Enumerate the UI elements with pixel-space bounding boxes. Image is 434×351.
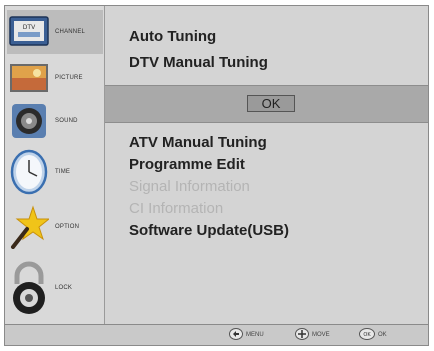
sidebar-item-sound[interactable]: SOUND xyxy=(7,100,103,142)
svg-text:DTV: DTV xyxy=(23,24,36,31)
tv-icon: DTV xyxy=(7,12,51,52)
sidebar-item-label: OPTION xyxy=(55,224,80,230)
ok-hint-label: OK xyxy=(378,332,387,338)
key-hint-bar: MENU MOVE OK OK xyxy=(5,324,428,345)
picture-icon xyxy=(7,58,51,98)
category-sidebar: DTV CHANNEL PICTURE SOUND TIME OPTION LO… xyxy=(5,6,105,324)
dpad-icon xyxy=(295,328,309,342)
ok-key-icon: OK xyxy=(359,328,375,342)
sidebar-item-label: SOUND xyxy=(55,118,78,124)
sidebar-item-picture[interactable]: PICTURE xyxy=(7,58,103,98)
menu-item-auto-tuning[interactable]: Auto Tuning xyxy=(129,28,216,45)
svg-text:OK: OK xyxy=(363,332,371,338)
sidebar-item-label: CHANNEL xyxy=(55,29,86,35)
star-wand-icon xyxy=(7,203,51,251)
move-hint-label: MOVE xyxy=(312,332,330,338)
clock-icon xyxy=(7,147,51,197)
sidebar-item-lock[interactable]: LOCK xyxy=(7,258,103,318)
ok-button[interactable]: OK xyxy=(247,95,295,112)
menu-item-atv-manual-tuning[interactable]: ATV Manual Tuning xyxy=(129,134,267,151)
move-hint: MOVE xyxy=(295,328,330,342)
menu-item-dtv-manual-tuning[interactable]: DTV Manual Tuning xyxy=(129,54,268,71)
tv-osd-window: DTV CHANNEL PICTURE SOUND TIME OPTION LO… xyxy=(4,5,429,346)
channel-menu-panel: Auto Tuning DTV Manual Tuning OK ATV Man… xyxy=(105,6,428,324)
sidebar-item-time[interactable]: TIME xyxy=(7,146,103,198)
menu-item-signal-information: Signal Information xyxy=(129,178,250,195)
sidebar-item-label: LOCK xyxy=(55,285,73,291)
menu-item-ci-information: CI Information xyxy=(129,200,224,217)
sidebar-item-label: PICTURE xyxy=(55,75,83,81)
sidebar-item-label: TIME xyxy=(55,169,71,175)
menu-item-software-update-usb[interactable]: Software Update(USB) xyxy=(129,222,289,239)
speaker-icon xyxy=(7,101,51,141)
sidebar-item-option[interactable]: OPTION xyxy=(7,202,103,252)
menu-hint: MENU xyxy=(229,328,264,342)
lock-icon xyxy=(7,259,51,317)
sidebar-item-channel[interactable]: DTV CHANNEL xyxy=(7,10,103,54)
menu-hint-label: MENU xyxy=(246,332,264,338)
return-icon xyxy=(229,328,243,342)
ok-hint: OK OK xyxy=(359,328,387,342)
confirm-band: OK xyxy=(105,85,428,123)
menu-item-programme-edit[interactable]: Programme Edit xyxy=(129,156,245,173)
